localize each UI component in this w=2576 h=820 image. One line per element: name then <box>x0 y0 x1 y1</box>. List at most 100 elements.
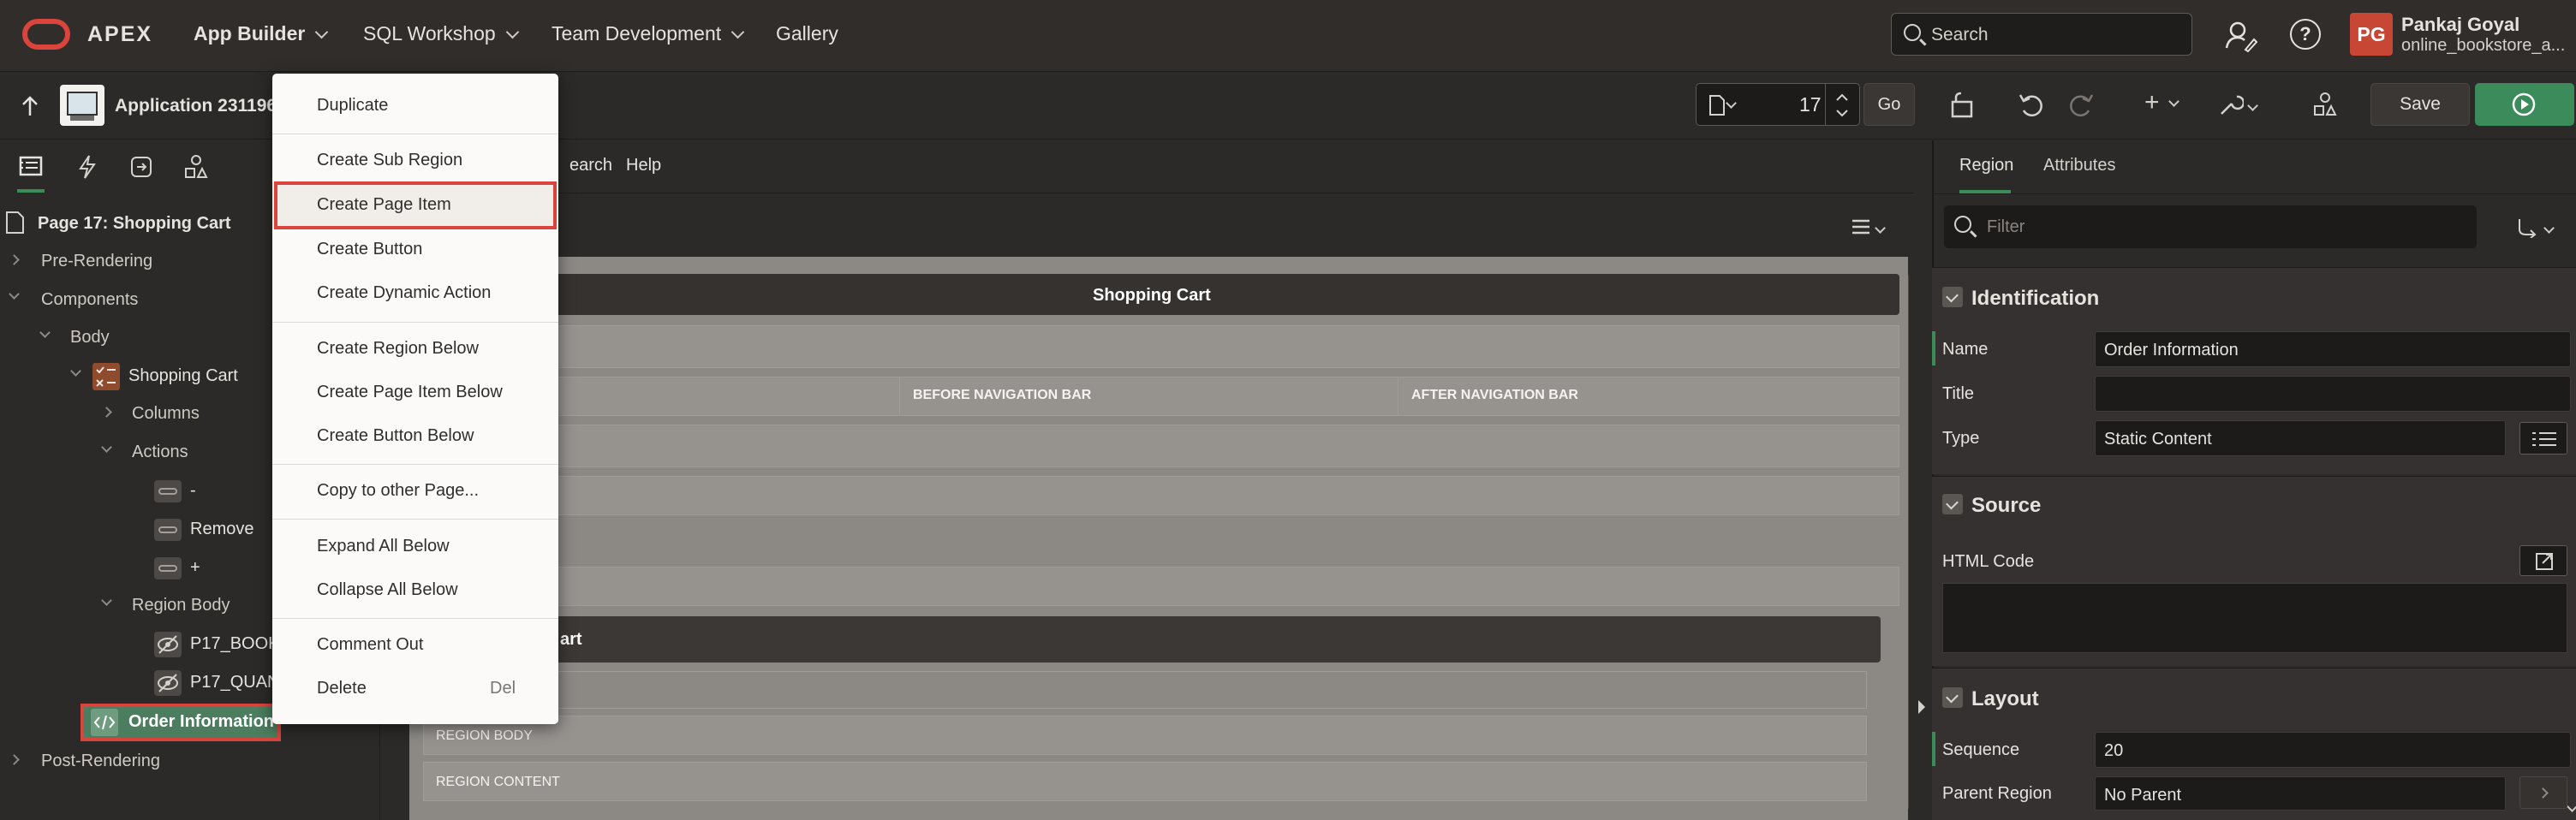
chevron-right-icon[interactable] <box>101 407 112 418</box>
avatar[interactable]: PG <box>2350 13 2393 56</box>
oracle-logo-icon[interactable] <box>22 19 70 50</box>
menu-lines-icon[interactable] <box>1851 217 1876 236</box>
lock-page-icon[interactable] <box>1949 92 1977 119</box>
menu-app-builder[interactable]: App Builder <box>194 22 329 45</box>
search-placeholder: Search <box>1931 25 1989 45</box>
chevron-down-icon[interactable] <box>70 365 81 377</box>
html-code-editor[interactable] <box>1942 583 2567 653</box>
application-breadcrumb[interactable]: Application 231196 <box>115 96 277 116</box>
menu-item-collapse-all-below[interactable]: Collapse All Below <box>317 580 458 600</box>
region-content-label: REGION CONTENT <box>436 775 560 789</box>
chevron-down-icon[interactable] <box>9 288 20 300</box>
tree-action-plus[interactable]: + <box>190 558 200 578</box>
open-code-editor-button[interactable] <box>2519 545 2567 576</box>
chevron-right-icon[interactable] <box>9 754 20 765</box>
utilities-wrench-icon[interactable] <box>2218 92 2244 117</box>
account-settings-icon[interactable] <box>2223 19 2257 53</box>
name-field[interactable]: Order Information <box>2095 331 2571 367</box>
menu-item-create-region-below[interactable]: Create Region Below <box>317 339 479 359</box>
tree-post-rendering[interactable]: Post-Rendering <box>41 752 160 771</box>
tab-region[interactable]: Region <box>1959 156 2013 175</box>
create-menu-icon[interactable]: + <box>2144 88 2179 117</box>
tree-body[interactable]: Body <box>70 328 110 348</box>
html-code-label: HTML Code <box>1942 552 2035 571</box>
tab-help[interactable]: Help <box>626 156 661 175</box>
hidden-item-icon <box>154 632 182 657</box>
search-input[interactable]: Search <box>1891 13 2192 56</box>
type-select[interactable]: Static Content <box>2095 420 2506 456</box>
redo-icon[interactable] <box>2067 92 2095 119</box>
page-selector[interactable]: 17 <box>1696 83 1860 126</box>
menu-team-development[interactable]: Team Development <box>552 22 745 45</box>
processing-tab-icon[interactable] <box>128 154 154 180</box>
tree-columns[interactable]: Columns <box>132 404 200 424</box>
tree-actions[interactable]: Actions <box>132 443 188 462</box>
chevron-right-icon[interactable] <box>9 254 20 265</box>
rendering-tab-icon[interactable] <box>19 156 43 178</box>
undo-icon[interactable] <box>2018 92 2045 119</box>
go-button[interactable]: Go <box>1863 83 1915 126</box>
save-button[interactable]: Save <box>2370 83 2470 126</box>
menu-item-create-button[interactable]: Create Button <box>317 240 422 259</box>
menu-item-create-button-below[interactable]: Create Button Below <box>317 426 474 446</box>
go-to-parent-button[interactable] <box>2519 776 2567 809</box>
sequence-field[interactable]: 20 <box>2095 732 2571 768</box>
collapse-section-icon[interactable] <box>1942 287 1963 307</box>
chevron-down-icon[interactable] <box>2247 100 2258 111</box>
chevron-down-icon[interactable] <box>101 442 112 453</box>
tree-components[interactable]: Components <box>41 290 138 310</box>
collapse-section-icon[interactable] <box>1942 687 1963 708</box>
identification-title: Identification <box>1971 287 2100 310</box>
parent-region-select[interactable]: No Parent <box>2095 776 2576 812</box>
user-name[interactable]: Pankaj Goyal <box>2401 14 2519 36</box>
chevron-down-icon[interactable] <box>39 327 51 338</box>
menu-item-comment-out[interactable]: Comment Out <box>317 635 423 655</box>
menu-sql-workshop[interactable]: SQL Workshop <box>363 22 519 45</box>
parent-region-label: Parent Region <box>1942 784 2052 803</box>
go-to-group-icon[interactable] <box>2516 217 2538 238</box>
tab-search-partial[interactable]: earch <box>569 156 612 175</box>
menu-item-expand-all-below[interactable]: Expand All Below <box>317 537 450 556</box>
shared-components-icon[interactable] <box>2312 92 2338 117</box>
help-icon[interactable]: ? <box>2290 19 2321 50</box>
menu-item-create-sub-region[interactable]: Create Sub Region <box>317 151 462 170</box>
panel-collapse-icon[interactable] <box>1918 700 1925 714</box>
collapse-section-icon[interactable] <box>1942 494 1963 514</box>
page-stepper-icon[interactable] <box>1834 91 1851 120</box>
menu-item-delete[interactable]: Delete <box>317 679 367 698</box>
chevron-down-icon[interactable] <box>1875 223 1886 234</box>
sequence-label: Sequence <box>1942 740 2020 759</box>
tree-shopping-cart[interactable]: Shopping Cart <box>128 366 238 386</box>
menu-item-create-dynamic-action[interactable]: Create Dynamic Action <box>317 283 491 303</box>
menu-gallery[interactable]: Gallery <box>776 22 838 45</box>
tree-page-title[interactable]: Page 17: Shopping Cart <box>38 214 231 234</box>
tab-attributes[interactable]: Attributes <box>2043 156 2115 175</box>
shopping-cart-region-header[interactable]: Shopping Cart <box>409 274 1899 315</box>
menu-item-copy-to-other-page[interactable]: Copy to other Page... <box>317 481 479 501</box>
context-menu: Duplicate Create Sub Region Create Page … <box>272 74 558 724</box>
filter-input[interactable]: Filter <box>1944 205 2477 248</box>
application-icon[interactable] <box>60 85 104 126</box>
chevron-down-icon <box>2566 801 2576 812</box>
tree-pre-rendering[interactable]: Pre-Rendering <box>41 252 152 271</box>
layout-title: Layout <box>1971 687 2039 710</box>
shopping-cart-sub-region[interactable]: art <box>409 616 1881 663</box>
run-button[interactable] <box>2475 83 2574 126</box>
parent-region-value: No Parent <box>2104 786 2182 805</box>
menu-item-create-page-item-below[interactable]: Create Page Item Below <box>317 383 503 402</box>
tree-region-body[interactable]: Region Body <box>132 596 230 615</box>
interactive-report-icon <box>92 363 120 390</box>
chevron-down-icon[interactable] <box>2543 223 2555 234</box>
chevron-down-icon[interactable] <box>101 595 112 606</box>
page-number-input[interactable]: 17 <box>1799 93 1822 116</box>
tree-action-minus[interactable]: - <box>190 481 196 501</box>
arrow-up-icon[interactable] <box>21 95 39 117</box>
shared-components-tab-icon[interactable] <box>183 154 209 180</box>
title-field[interactable] <box>2095 376 2571 412</box>
tree-action-remove[interactable]: Remove <box>190 520 253 539</box>
chevron-down-icon[interactable] <box>1726 98 1737 109</box>
menu-item-duplicate[interactable]: Duplicate <box>317 96 388 116</box>
dynamic-actions-tab-icon[interactable] <box>77 154 98 180</box>
type-list-button[interactable] <box>2519 422 2567 455</box>
list-icon <box>2532 432 2556 446</box>
